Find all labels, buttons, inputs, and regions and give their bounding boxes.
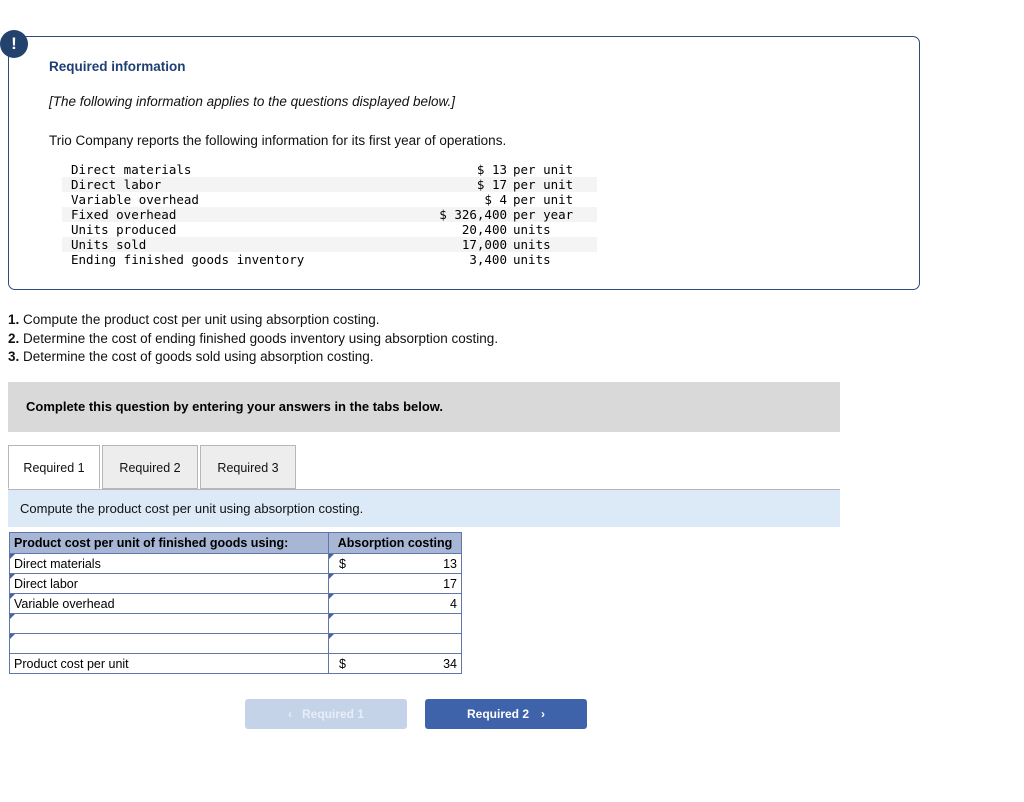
- fact-label: Direct labor: [62, 177, 410, 192]
- fact-amount: 20,400: [461, 222, 507, 237]
- total-value-cell: $34: [328, 653, 462, 674]
- fact-row: Units sold 17,000 units: [62, 237, 597, 252]
- tab-required-1[interactable]: Required 1: [8, 445, 100, 489]
- row-value-input[interactable]: $13: [328, 553, 462, 574]
- fact-suffix: units: [513, 222, 551, 237]
- fact-amount: $ 4: [484, 192, 507, 207]
- question-prompt-text: Compute the product cost per unit using …: [20, 501, 364, 516]
- requirement-text: Determine the cost of ending finished go…: [23, 330, 499, 346]
- fact-label: Units sold: [62, 237, 410, 252]
- navigation-buttons: ‹ Required 1 Required 2 ›: [245, 699, 645, 731]
- tab-label: Required 2: [119, 461, 181, 475]
- complete-question-bar: Complete this question by entering your …: [8, 382, 840, 432]
- requirement-number: 1.: [8, 312, 20, 327]
- fact-suffix: per year: [507, 207, 597, 222]
- fact-row: Direct materials $ 13 per unit: [62, 162, 597, 177]
- row-label-input[interactable]: Direct materials: [9, 553, 329, 574]
- row-value-input[interactable]: 4: [328, 593, 462, 614]
- requirement-text: Determine the cost of goods sold using a…: [23, 349, 374, 364]
- answer-grid-row: Direct labor 17: [9, 573, 462, 594]
- fact-amount: $ 326,400: [409, 207, 507, 222]
- chevron-left-icon: ‹: [287, 707, 292, 721]
- fact-suffix: per unit: [513, 192, 574, 207]
- answer-grid-row: [9, 613, 462, 634]
- company-facts-body: Direct materials $ 13 per unit Direct labor…: [62, 162, 597, 267]
- row-label-input[interactable]: Direct labor: [9, 573, 329, 594]
- fact-label: Direct materials: [71, 162, 192, 177]
- company-facts-table: Direct materials $ 13 per unit Direct labor…: [62, 162, 597, 267]
- previous-requirement-label: Required 1: [301, 707, 364, 721]
- fact-label: Ending finished goods inventory: [71, 252, 305, 267]
- answer-grid-header-label: Product cost per unit of finished goods …: [9, 532, 329, 554]
- fact-row: Units produced 20,400 units: [62, 222, 597, 237]
- requirement-text: Compute the product cost per unit using …: [23, 312, 380, 327]
- requirements-list: 1. Compute the product cost per unit usi…: [8, 311, 908, 367]
- row-label-input[interactable]: [9, 613, 329, 634]
- question-prompt-bar: Compute the product cost per unit using …: [8, 489, 840, 527]
- answer-grid: Product cost per unit of finished goods …: [9, 532, 462, 674]
- fact-row: Ending finished goods inventory 3,400 unit…: [62, 252, 597, 267]
- requirement-line: 3. Determine the cost of goods sold usin…: [8, 348, 908, 367]
- fact-label: Units produced: [71, 222, 177, 237]
- fact-row: Direct labor $ 17 per unit: [62, 177, 597, 192]
- panel-lede: Trio Company reports the following infor…: [49, 133, 507, 148]
- requirement-tabs: Required 1 Required 2 Required 3: [8, 445, 840, 490]
- row-value-input[interactable]: [328, 633, 462, 654]
- tab-required-3[interactable]: Required 3: [200, 445, 296, 489]
- fact-row: Fixed overhead $ 326,400 per year: [62, 207, 597, 222]
- fact-suffix: per unit: [513, 162, 574, 177]
- fact-suffix: per unit: [507, 177, 597, 192]
- requirement-line: 2. Determine the cost of ending finished…: [8, 330, 908, 349]
- row-value-input[interactable]: [328, 613, 462, 634]
- answer-grid-header-row: Product cost per unit of finished goods …: [9, 532, 462, 554]
- chevron-right-icon: ›: [541, 707, 545, 721]
- fact-amount: $ 17: [409, 177, 507, 192]
- fact-row: Variable overhead $ 4 per unit: [62, 192, 597, 207]
- exclamation-icon: !: [0, 30, 28, 58]
- fact-suffix: units: [513, 252, 551, 267]
- answer-grid-row: Variable overhead 4: [9, 593, 462, 614]
- fact-label: Fixed overhead: [62, 207, 410, 222]
- cell-value: 34: [443, 656, 457, 671]
- cell-value: 4: [450, 596, 457, 611]
- cell-value: 13: [443, 556, 457, 571]
- next-requirement-button[interactable]: Required 2 ›: [425, 699, 587, 729]
- currency-symbol: $: [339, 656, 346, 671]
- requirement-line: 1. Compute the product cost per unit usi…: [8, 311, 908, 330]
- currency-symbol: $: [339, 556, 346, 571]
- panel-subtitle: [The following information applies to th…: [49, 94, 455, 109]
- requirement-number: 3.: [8, 349, 20, 364]
- answer-grid-total-row: Product cost per unit $34: [9, 653, 462, 674]
- row-label-input[interactable]: Variable overhead: [9, 593, 329, 614]
- previous-requirement-button[interactable]: ‹ Required 1: [245, 699, 407, 729]
- tab-label: Required 1: [23, 461, 85, 475]
- total-label-cell: Product cost per unit: [9, 653, 329, 674]
- tab-required-2[interactable]: Required 2: [102, 445, 198, 489]
- answer-grid-row: [9, 633, 462, 654]
- answer-grid-head: Product cost per unit of finished goods …: [9, 532, 462, 554]
- answer-grid-row: Direct materials $13: [9, 553, 462, 574]
- fact-amount: 17,000: [409, 237, 507, 252]
- page-title: Required information: [49, 59, 186, 74]
- complete-question-text: Complete this question by entering your …: [26, 399, 444, 414]
- required-information-panel: Required information [The following info…: [8, 36, 920, 290]
- fact-suffix: units: [507, 237, 597, 252]
- row-value-input[interactable]: 17: [328, 573, 462, 594]
- requirement-number: 2.: [8, 330, 20, 346]
- row-label-input[interactable]: [9, 633, 329, 654]
- fact-label: Variable overhead: [71, 192, 199, 207]
- fact-amount: $ 13: [476, 162, 507, 177]
- tab-label: Required 3: [217, 461, 279, 475]
- answer-grid-header-value: Absorption costing: [328, 532, 462, 554]
- cell-value: 17: [443, 576, 457, 591]
- next-requirement-label: Required 2: [466, 707, 529, 721]
- answer-grid-body: Direct materials $13 Direct labor 17 Variabl…: [9, 553, 462, 674]
- fact-amount: 3,400: [469, 252, 507, 267]
